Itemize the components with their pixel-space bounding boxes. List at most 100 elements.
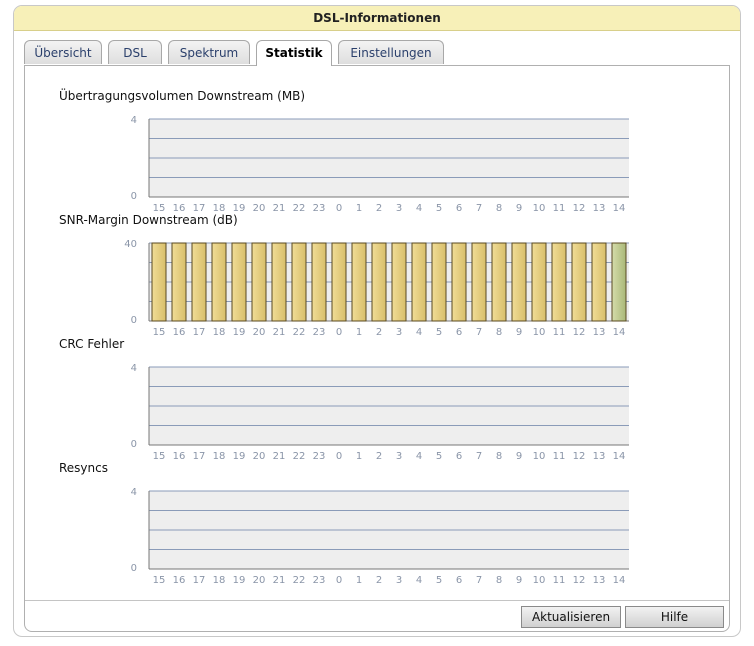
x-tick-label: 18 <box>213 575 226 586</box>
refresh-button[interactable]: Aktualisieren <box>521 606 621 628</box>
bar <box>351 242 367 322</box>
x-tick-label: 9 <box>516 451 522 462</box>
bar <box>191 242 207 322</box>
bar <box>271 242 287 322</box>
x-tick-label: 18 <box>213 451 226 462</box>
x-tick-label: 13 <box>593 327 606 338</box>
bar <box>371 242 387 322</box>
bar <box>211 242 227 322</box>
tab-statistik[interactable]: Statistik <box>256 40 332 66</box>
chart-title-volume: Übertragungsvolumen Downstream (MB) <box>59 89 306 103</box>
chart-resyncs: 4015 16 17 18 19 20 21 22 23 0 1 2 3 4 5 6 7 8 9 10 11 12 13 14 <box>131 487 629 586</box>
x-tick-label: 0 <box>336 327 342 338</box>
x-tick-label: 6 <box>456 203 462 214</box>
x-tick-label: 1 <box>356 203 362 214</box>
x-tick-label: 22 <box>293 575 306 586</box>
x-tick-label: 22 <box>293 327 306 338</box>
x-tick-label: 19 <box>233 575 246 586</box>
tab-uebersicht[interactable]: Übersicht <box>24 40 102 64</box>
x-tick-label: 16 <box>173 327 186 338</box>
help-button[interactable]: Hilfe <box>625 606 724 628</box>
bar <box>171 242 187 322</box>
x-tick-label: 20 <box>253 575 266 586</box>
bar <box>251 242 267 322</box>
x-tick-label: 10 <box>533 451 546 462</box>
x-tick-label: 15 <box>153 451 166 462</box>
x-tick-label: 5 <box>436 203 442 214</box>
statistik-panel: Übertragungsvolumen Downstream (MB) 4 0 15… <box>24 65 730 632</box>
bar <box>231 242 247 322</box>
x-tick-label: 9 <box>516 575 522 586</box>
chart-volume: 4015 16 17 18 19 20 21 22 23 0 1 2 3 4 5 6 7 8 9 10 11 12 13 14 <box>131 115 629 214</box>
x-tick-label: 7 <box>476 327 482 338</box>
x-tick-label: 10 <box>533 575 546 586</box>
x-tick-label: 4 <box>416 451 422 462</box>
bar <box>531 242 547 322</box>
x-tick-label: 23 <box>313 327 326 338</box>
x-tick-label: 15 <box>153 575 166 586</box>
x-tick-label: 3 <box>396 327 402 338</box>
x-tick-label: 2 <box>376 575 382 586</box>
x-tick-label: 13 <box>593 451 606 462</box>
y-tick-label: 4 <box>131 115 137 126</box>
bar <box>511 242 527 322</box>
x-tick-label: 8 <box>496 203 502 214</box>
bar <box>451 242 467 322</box>
x-tick-label: 23 <box>313 575 326 586</box>
x-tick-label: 5 <box>436 451 442 462</box>
x-tick-label: 9 <box>516 203 522 214</box>
x-tick-label: 4 <box>416 327 422 338</box>
x-tick-label: 12 <box>573 327 586 338</box>
y-tick-label: 4 <box>131 487 137 498</box>
x-tick-label: 20 <box>253 451 266 462</box>
tab-dsl[interactable]: DSL <box>108 40 162 64</box>
chart-title-crc: CRC Fehler <box>59 337 125 351</box>
x-tick-label: 14 <box>613 575 626 586</box>
x-tick-label: 11 <box>553 203 566 214</box>
x-tick-label: 11 <box>553 451 566 462</box>
x-tick-label: 12 <box>573 575 586 586</box>
tab-spektrum[interactable]: Spektrum <box>168 40 250 64</box>
y-tick-label: 40 <box>124 239 137 250</box>
x-tick-label: 8 <box>496 327 502 338</box>
x-tick-label: 2 <box>376 327 382 338</box>
bar <box>591 242 607 322</box>
x-tick-label: 21 <box>273 451 286 462</box>
x-tick-label: 14 <box>613 451 626 462</box>
bar <box>331 242 347 322</box>
x-tick-label: 17 <box>193 327 206 338</box>
bar <box>551 242 567 322</box>
y-tick-label: 0 <box>131 439 137 450</box>
bar <box>491 242 507 322</box>
chart-title-snr: SNR-Margin Downstream (dB) <box>59 213 238 227</box>
x-tick-label: 23 <box>313 451 326 462</box>
x-tick-label: 12 <box>573 203 586 214</box>
x-tick-label: 19 <box>233 327 246 338</box>
bar <box>571 242 587 322</box>
x-tick-label: 23 <box>313 203 326 214</box>
x-tick-label: 17 <box>193 451 206 462</box>
x-tick-label: 6 <box>456 327 462 338</box>
x-tick-label: 9 <box>516 327 522 338</box>
x-tick-label: 5 <box>436 575 442 586</box>
tab-einstellungen[interactable]: Einstellungen <box>338 40 444 64</box>
bar <box>311 242 327 322</box>
x-tick-label: 2 <box>376 451 382 462</box>
x-tick-label: 21 <box>273 203 286 214</box>
x-tick-label: 3 <box>396 203 402 214</box>
bar <box>471 242 487 322</box>
x-tick-label: 22 <box>293 451 306 462</box>
x-tick-label: 18 <box>213 327 226 338</box>
y-tick-label: 0 <box>131 315 137 326</box>
x-tick-label: 1 <box>356 327 362 338</box>
bar <box>151 242 167 322</box>
bar <box>431 242 447 322</box>
y-tick-label: 4 <box>131 363 137 374</box>
x-tick-label: 0 <box>336 575 342 586</box>
bar <box>391 242 407 322</box>
chart-snr: 40015 16 17 18 19 20 21 22 23 0 1 2 3 4 5 6 7 8 9 10 11 12 13 1… <box>124 239 629 338</box>
window-title: DSL-Informationen <box>14 6 740 31</box>
y-tick-label: 0 <box>131 191 137 202</box>
x-tick-label: 10 <box>533 203 546 214</box>
x-tick-label: 6 <box>456 575 462 586</box>
